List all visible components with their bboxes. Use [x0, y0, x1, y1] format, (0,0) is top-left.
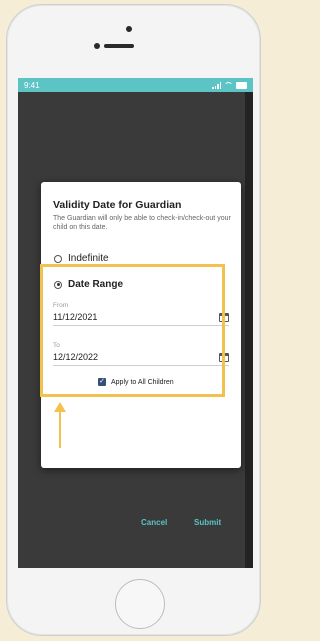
radio-indefinite-label: Indefinite	[68, 253, 109, 264]
status-time: 9:41	[24, 80, 40, 90]
dialog-subtitle: The Guardian will only be able to check-…	[53, 215, 231, 231]
speaker-grille	[104, 44, 134, 48]
radio-unchecked-icon	[54, 254, 62, 263]
cancel-button[interactable]: Cancel	[141, 518, 167, 527]
front-sensor	[126, 26, 132, 32]
radio-indefinite[interactable]: Indefinite	[54, 253, 109, 264]
battery-icon	[236, 81, 247, 89]
camera-dot	[94, 43, 100, 49]
highlight-box	[40, 264, 225, 397]
submit-button[interactable]: Submit	[194, 518, 221, 527]
screen-edge	[245, 92, 253, 568]
status-bar: 9:41	[18, 78, 253, 92]
signal-icon	[212, 81, 221, 89]
home-button[interactable]	[115, 579, 165, 629]
arrow-shaft	[59, 410, 61, 448]
status-icons	[212, 81, 247, 89]
wifi-icon	[224, 82, 233, 88]
dialog-title: Validity Date for Guardian	[53, 199, 182, 211]
